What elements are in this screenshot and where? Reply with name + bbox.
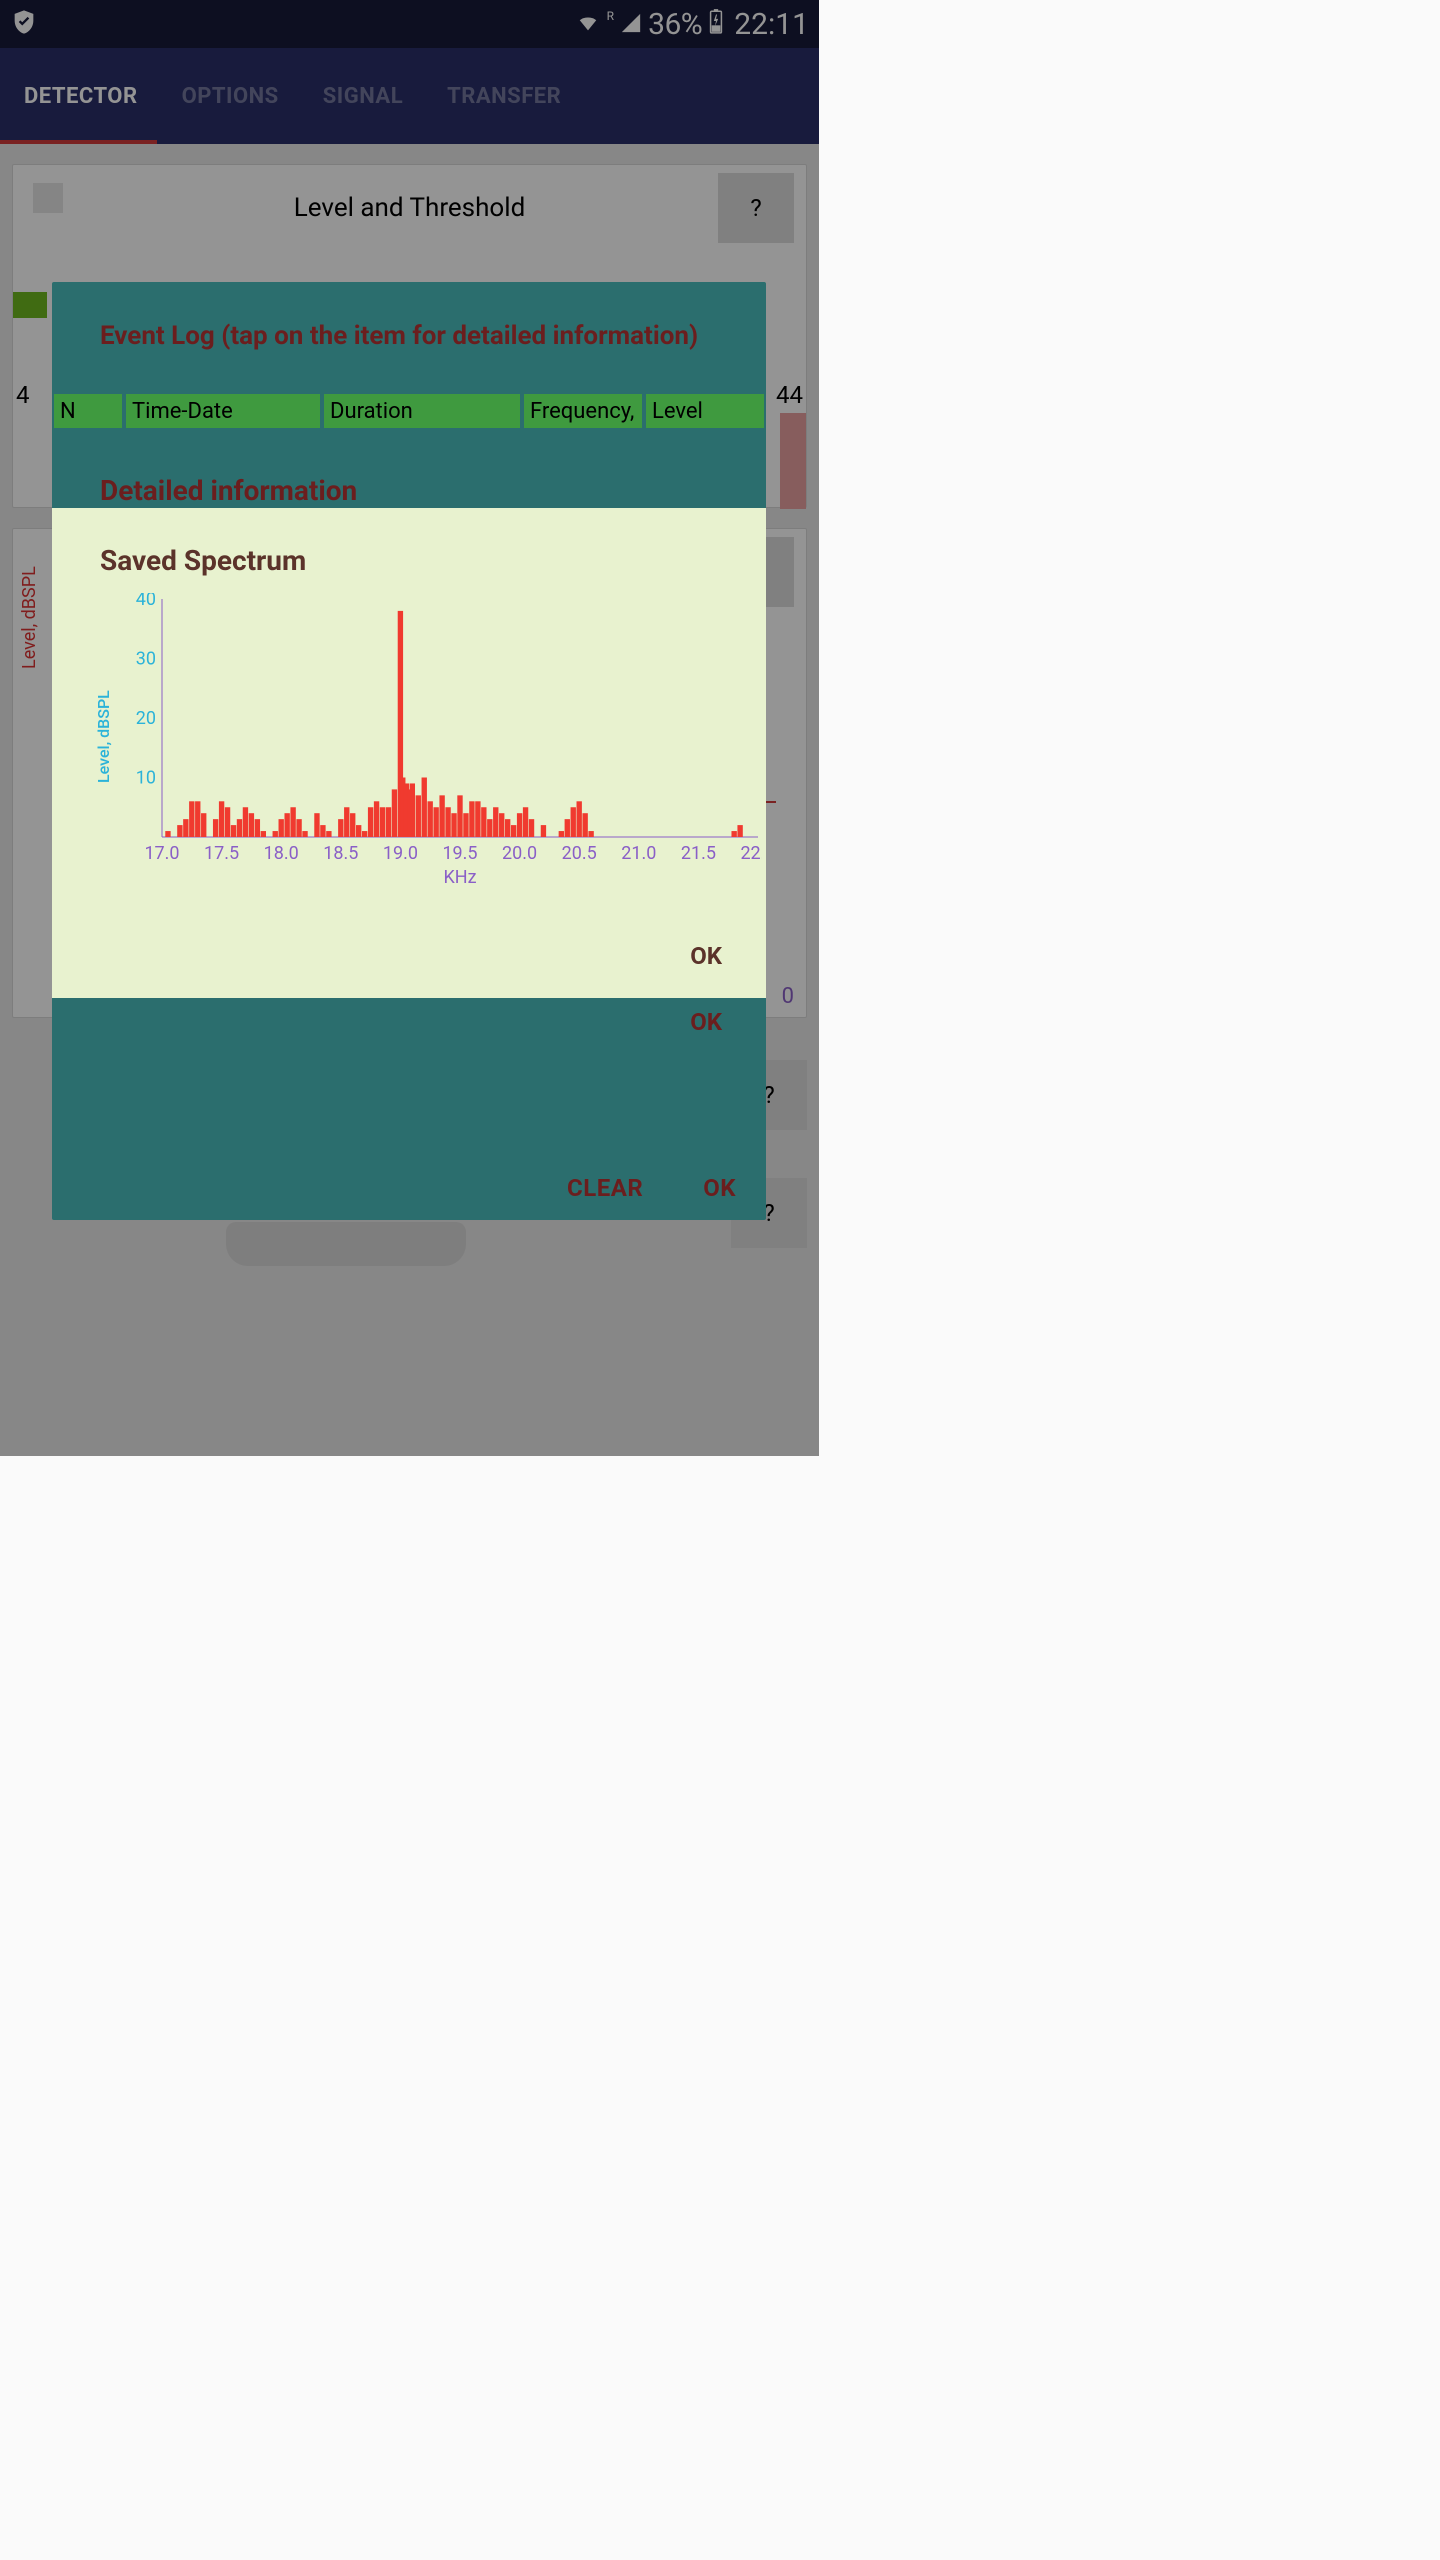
spectrum-chart: Level, dBSPL 1020304017.017.518.018.519.…	[100, 593, 756, 998]
status-bar: R 36% 22:11	[0, 0, 819, 48]
svg-text:21.0: 21.0	[621, 843, 656, 864]
svg-text:18.0: 18.0	[264, 843, 299, 864]
svg-text:30: 30	[136, 649, 156, 670]
app-icon	[10, 8, 38, 40]
svg-text:21.5: 21.5	[681, 843, 716, 864]
svg-text:22.0: 22.0	[740, 843, 762, 864]
checkbox[interactable]	[33, 183, 63, 213]
y-axis-label: Level, dBSPL	[19, 566, 40, 669]
col-frequency[interactable]: Frequency,	[524, 394, 642, 428]
scale-max: 44	[776, 381, 803, 409]
clear-button[interactable]: CLEAR	[567, 1174, 643, 1202]
event-log-header: N Time-Date Duration Frequency, Level	[52, 394, 766, 428]
col-time-date[interactable]: Time-Date	[126, 394, 320, 428]
saved-spectrum-title: Saved Spectrum	[52, 508, 766, 585]
axis-value: 0	[782, 984, 794, 1009]
roaming-indicator: R	[607, 9, 614, 23]
tab-signal[interactable]: SIGNAL	[323, 84, 403, 109]
svg-text:19.0: 19.0	[383, 843, 418, 864]
svg-text:19.5: 19.5	[442, 843, 477, 864]
dialog-event-log: Event Log (tap on the item for detailed …	[52, 282, 766, 1220]
col-n[interactable]: N	[54, 394, 122, 428]
help-button[interactable]: ?	[718, 173, 794, 243]
svg-text:17.5: 17.5	[204, 843, 239, 864]
svg-text:20: 20	[136, 708, 156, 729]
ok-button[interactable]: OK	[690, 942, 722, 970]
svg-text:20.0: 20.0	[502, 843, 537, 864]
svg-text:18.5: 18.5	[323, 843, 358, 864]
ok-button[interactable]: OK	[703, 1174, 736, 1202]
tab-indicator	[0, 140, 157, 144]
col-level[interactable]: Level	[646, 394, 764, 428]
tab-transfer[interactable]: TRANSFER	[447, 84, 561, 109]
tab-detector[interactable]: DETECTOR	[24, 84, 138, 109]
svg-text:KHz: KHz	[443, 867, 476, 888]
scale-min: 4	[16, 381, 30, 409]
tab-options[interactable]: OPTIONS	[182, 84, 279, 109]
screen: R 36% 22:11 DETECTOR OPTIONS SIGNAL TRAN…	[0, 0, 819, 1456]
svg-text:20.5: 20.5	[562, 843, 597, 864]
svg-text:40: 40	[136, 593, 156, 610]
clock: 22:11	[734, 7, 809, 42]
detailed-info-title: Detailed information	[52, 444, 766, 515]
threshold-region	[780, 413, 806, 509]
event-log-title: Event Log (tap on the item for detailed …	[52, 282, 766, 362]
signal-icon	[620, 7, 642, 42]
battery-percent: 36%	[648, 7, 702, 42]
y-axis-label: Level, dBSPL	[94, 690, 113, 783]
svg-text:17.0: 17.0	[144, 843, 179, 864]
card-title: Level and Threshold	[13, 165, 806, 223]
battery-icon	[708, 7, 724, 42]
ok-button[interactable]: OK	[690, 1008, 722, 1036]
chart-svg: 10 20 30 40 17.0 17.5 18.0 18.5 19.0 19.5 20.0 20.5…	[122, 593, 762, 893]
wifi-icon	[575, 7, 601, 42]
col-duration[interactable]: Duration	[324, 394, 520, 428]
tab-bar: DETECTOR OPTIONS SIGNAL TRANSFER	[0, 48, 819, 144]
dialog-saved-spectrum: Saved Spectrum Level, dBSPL 10 20 30 40 17.0…	[52, 508, 766, 998]
level-bar	[13, 292, 47, 318]
svg-text:10: 10	[136, 768, 156, 789]
button-placeholder[interactable]	[226, 1222, 466, 1266]
